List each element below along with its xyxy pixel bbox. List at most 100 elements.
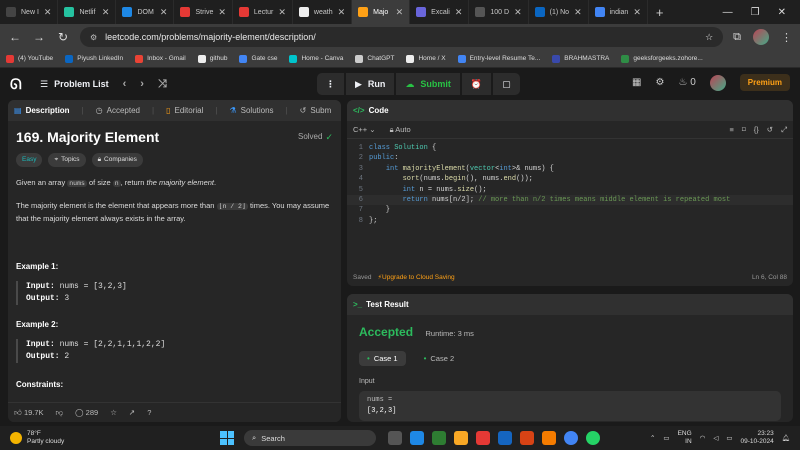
tab-code[interactable]: </> Code [353,106,389,115]
format-icon[interactable]: ≡ [729,125,733,135]
problem-title[interactable]: 169. Majority Element [16,130,159,144]
bookmark-item[interactable]: ChatGPT [355,54,394,63]
notifications-icon[interactable]: 🔔︎ [782,434,790,442]
tab-accepted[interactable]: ◷ Accepted [96,106,140,115]
tab-solutions[interactable]: ⚗ Solutions [229,106,273,115]
battery-icon[interactable]: ▭ [726,434,732,442]
notes-button[interactable]: ▢ [493,73,520,95]
browser-tab[interactable]: Netlif ✕ [58,0,117,24]
windows-start-icon[interactable] [220,431,234,445]
weather-widget[interactable]: 78°F Partly cloudy [0,430,160,446]
leetcode-logo-icon[interactable]: ᘏ [10,76,26,92]
run-button[interactable]: ▶ Run [346,73,395,95]
share-icon[interactable]: ↗ [129,408,135,417]
task-view-icon[interactable] [388,431,402,445]
prev-problem-icon[interactable]: ‹ [123,78,127,90]
close-tab-icon[interactable]: ✕ [514,7,522,18]
reset-icon[interactable]: ↺ [767,125,773,135]
taskbar-search[interactable]: ⌕ Search [244,430,376,446]
menu-icon[interactable]: ⋮ [781,31,792,44]
submit-button[interactable]: ☁ Submit [396,73,460,95]
site-info-icon[interactable]: ⚙ [90,33,97,42]
close-tab-icon[interactable]: ✕ [218,7,226,18]
browser-tab[interactable]: Strive ✕ [174,0,233,24]
close-tab-icon[interactable]: ✕ [455,7,463,18]
app-icon[interactable] [542,431,556,445]
edge-icon[interactable] [410,431,424,445]
network-drive-icon[interactable]: ▭ [663,434,669,442]
minimize-icon[interactable]: — [723,7,733,18]
browser-tab[interactable]: Excali ✕ [410,0,470,24]
language-indicator[interactable]: ENG IN [678,430,692,446]
clock[interactable]: 23:23 09-10-2024 [740,430,773,446]
reload-icon[interactable]: ↻ [56,30,70,44]
streak-counter[interactable]: ♨ 0 [678,77,695,88]
tab-description[interactable]: ▤ Description [14,106,70,115]
back-icon[interactable]: ← [8,30,22,44]
forward-icon[interactable]: → [32,30,46,44]
tab-test-result[interactable]: >_ Test Result [353,300,409,309]
close-tab-icon[interactable]: ✕ [574,7,582,18]
app-icon[interactable] [520,431,534,445]
topics-chip[interactable]: ⌖ Topics [48,153,86,167]
problem-list-icon[interactable]: ☰ [40,79,48,90]
bookmark-icon[interactable]: ⌑ [742,125,746,135]
debug-button[interactable]: ⋮ [317,73,344,95]
browser-tab[interactable]: DOM ✕ [116,0,175,24]
extensions-icon[interactable]: ⧉ [733,31,741,44]
bookmark-item[interactable]: Inbox - Gmail [135,54,186,63]
comments-button[interactable]: ◯ 289 [75,408,98,417]
help-icon[interactable]: ? [147,408,151,417]
code-editor[interactable]: 1 class Solution { 2 public: 3 int majorit… [347,139,793,271]
bookmark-star-icon[interactable]: ☆ [705,32,713,43]
bookmark-item[interactable]: geeksforgeeks.zohore... [621,54,703,63]
bookmark-item[interactable]: github [197,54,227,63]
bookmark-item[interactable]: Home - Canva [289,54,343,63]
premium-button[interactable]: Premium [739,74,790,91]
bookmark-item[interactable]: Gate cse [239,54,277,63]
bookmark-item[interactable]: Home / X [406,54,446,63]
tab-editorial[interactable]: ▯ Editorial [166,106,203,115]
browser-tab[interactable]: Lectur ✕ [233,0,293,24]
language-select[interactable]: C++ ⌄ [353,125,376,134]
browser-tab[interactable]: 100 D ✕ [469,0,529,24]
tray-chevron-icon[interactable]: ⌃ [650,434,655,442]
restore-icon[interactable]: ❐ [751,7,760,18]
new-tab-button[interactable]: + [648,5,672,20]
bookmark-item[interactable]: (4) YouTube [6,54,53,63]
volume-icon[interactable]: ◁ [713,434,718,442]
timer-button[interactable]: ⏰ [461,73,492,95]
close-tab-icon[interactable]: ✕ [278,7,286,18]
shuffle-icon[interactable]: ⤨ [158,78,167,91]
close-tab-icon[interactable]: ✕ [102,7,110,18]
close-tab-icon[interactable]: ✕ [633,7,641,18]
companies-chip[interactable]: 🔒︎ Companies [91,153,143,167]
profile-avatar[interactable] [753,29,769,45]
browser-tab[interactable]: New I ✕ [0,0,59,24]
browser-tab[interactable]: Majo ✕ [352,0,411,24]
chrome-icon[interactable] [564,431,578,445]
case-2-tab[interactable]: • Case 2 [416,351,463,366]
close-tab-icon[interactable]: ✕ [44,7,52,18]
fullscreen-icon[interactable]: ⤢ [781,125,787,135]
dislike-button[interactable]: 👎︎ [56,408,64,418]
tab-submissions[interactable]: ↺ Subm [300,106,332,115]
wifi-icon[interactable]: ◠ [700,434,706,442]
user-avatar[interactable] [709,74,726,91]
bookmark-item[interactable]: Piyush LinkedIn [65,54,123,63]
auto-mode-toggle[interactable]: 🔒︎ Auto [390,125,411,135]
settings-gear-icon[interactable]: ⚙ [655,77,664,88]
close-tab-icon[interactable]: ✕ [396,7,404,18]
upgrade-link[interactable]: ⚡︎Upgrade to Cloud Saving [377,273,454,281]
like-button[interactable]: 👍︎ 19.7K [14,408,44,418]
browser-tab[interactable]: (1) No ✕ [529,0,589,24]
app-icon[interactable] [498,431,512,445]
browser-tab[interactable]: indian ✕ [589,0,648,24]
url-field[interactable]: ⚙ leetcode.com/problems/majority-element… [80,27,724,47]
problem-list-link[interactable]: Problem List [54,79,109,89]
next-problem-icon[interactable]: › [140,78,144,90]
browser-tab[interactable]: weath ✕ [293,0,353,24]
bookmark-item[interactable]: Entry-level Resume Te... [457,54,540,63]
app-icon[interactable] [476,431,490,445]
layout-grid-icon[interactable]: ▦ [632,77,641,88]
